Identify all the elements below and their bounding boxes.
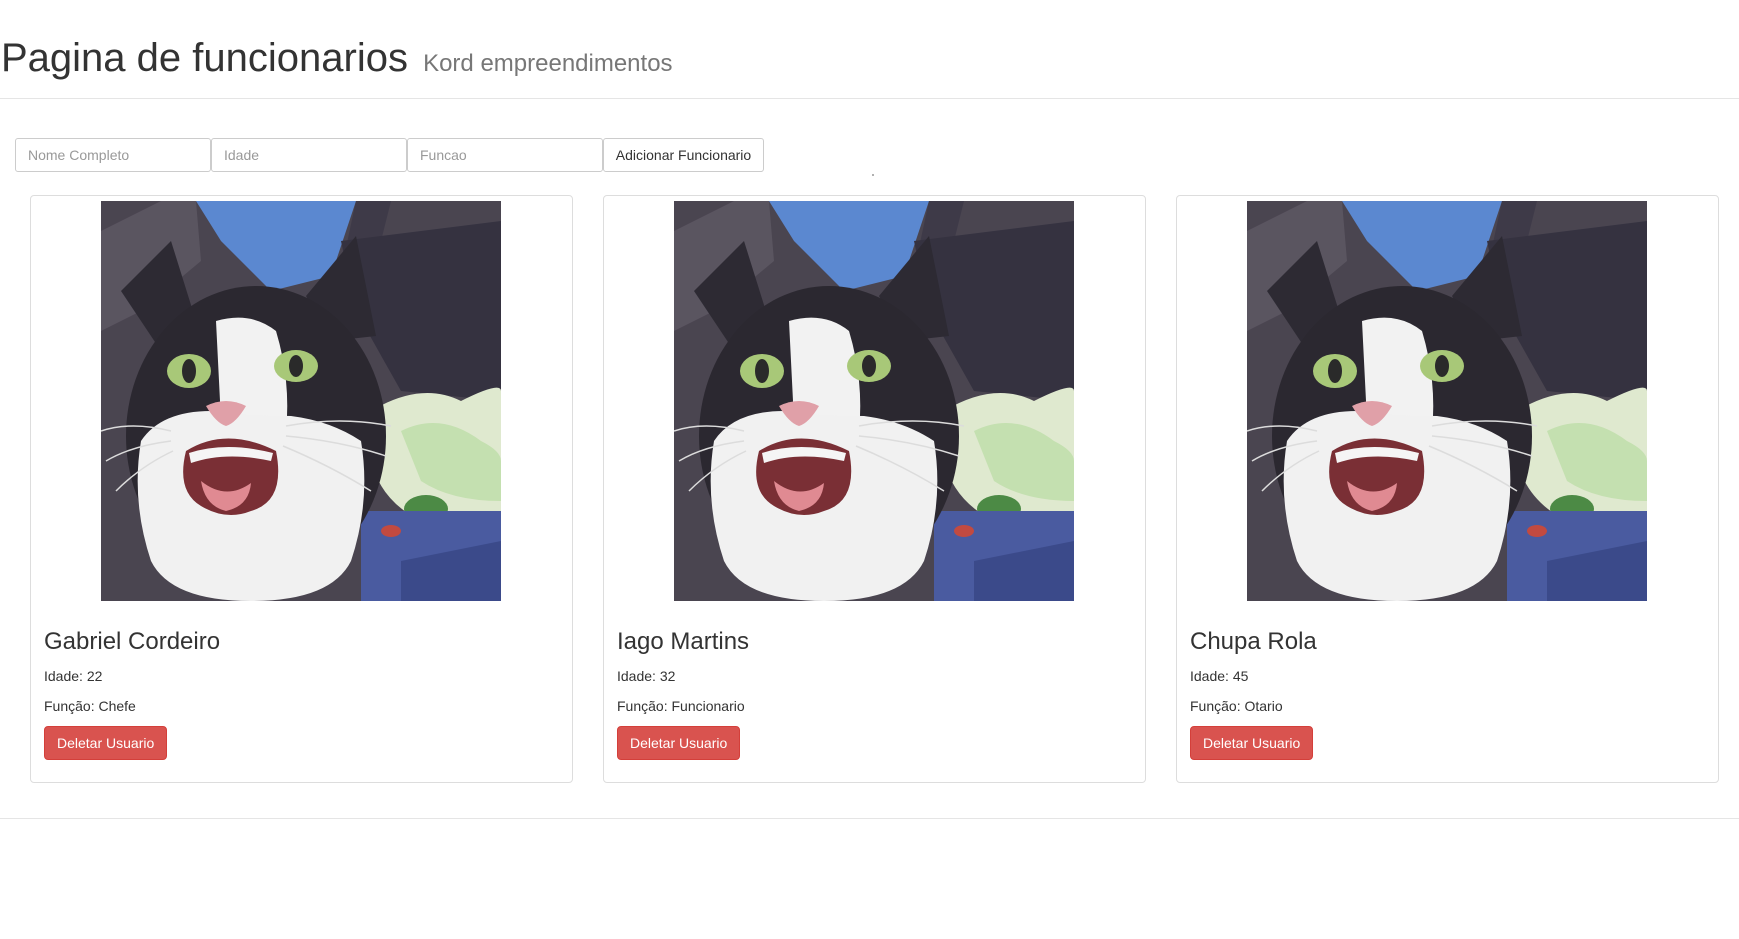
employee-name: Iago Martins xyxy=(617,628,750,655)
employee-card: Chupa Rola Idade: 45 Função: Otario Dele… xyxy=(1176,195,1719,783)
employee-age: Idade: 45 xyxy=(1190,668,1249,684)
add-employee-form: Adicionar Funcionario xyxy=(15,138,764,172)
delete-user-button[interactable]: Deletar Usuario xyxy=(1190,726,1314,760)
age-input[interactable] xyxy=(211,138,407,172)
employee-cards: Gabriel Cordeiro Idade: 22 Função: Chefe… xyxy=(30,195,1720,783)
stray-dot xyxy=(872,174,874,176)
employee-age: Idade: 32 xyxy=(617,668,676,684)
employee-role: Função: Funcionario xyxy=(617,698,745,714)
page-header: Pagina de funcionarios Kord empreendimen… xyxy=(0,0,1739,99)
page-title: Pagina de funcionarios Kord empreendimen… xyxy=(1,36,673,86)
role-input[interactable] xyxy=(407,138,603,172)
employee-name: Gabriel Cordeiro xyxy=(44,628,221,655)
add-employee-button[interactable]: Adicionar Funcionario xyxy=(603,138,764,172)
page-title-text: Pagina de funcionarios xyxy=(1,36,408,80)
employee-role: Função: Chefe xyxy=(44,698,136,714)
employee-name: Chupa Rola xyxy=(1190,628,1317,655)
page-subtitle: Kord empreendimentos xyxy=(423,50,673,77)
employee-card: Iago Martins Idade: 32 Função: Funcionar… xyxy=(603,195,1146,783)
delete-user-button[interactable]: Deletar Usuario xyxy=(617,726,741,760)
full-name-input[interactable] xyxy=(15,138,211,172)
employee-photo xyxy=(101,201,501,601)
employee-role: Função: Otario xyxy=(1190,698,1283,714)
employee-photo xyxy=(674,201,1074,601)
employee-card: Gabriel Cordeiro Idade: 22 Função: Chefe… xyxy=(30,195,573,783)
delete-user-button[interactable]: Deletar Usuario xyxy=(44,726,168,760)
employee-age: Idade: 22 xyxy=(44,668,103,684)
bottom-divider xyxy=(0,818,1739,819)
employee-photo xyxy=(1247,201,1647,601)
